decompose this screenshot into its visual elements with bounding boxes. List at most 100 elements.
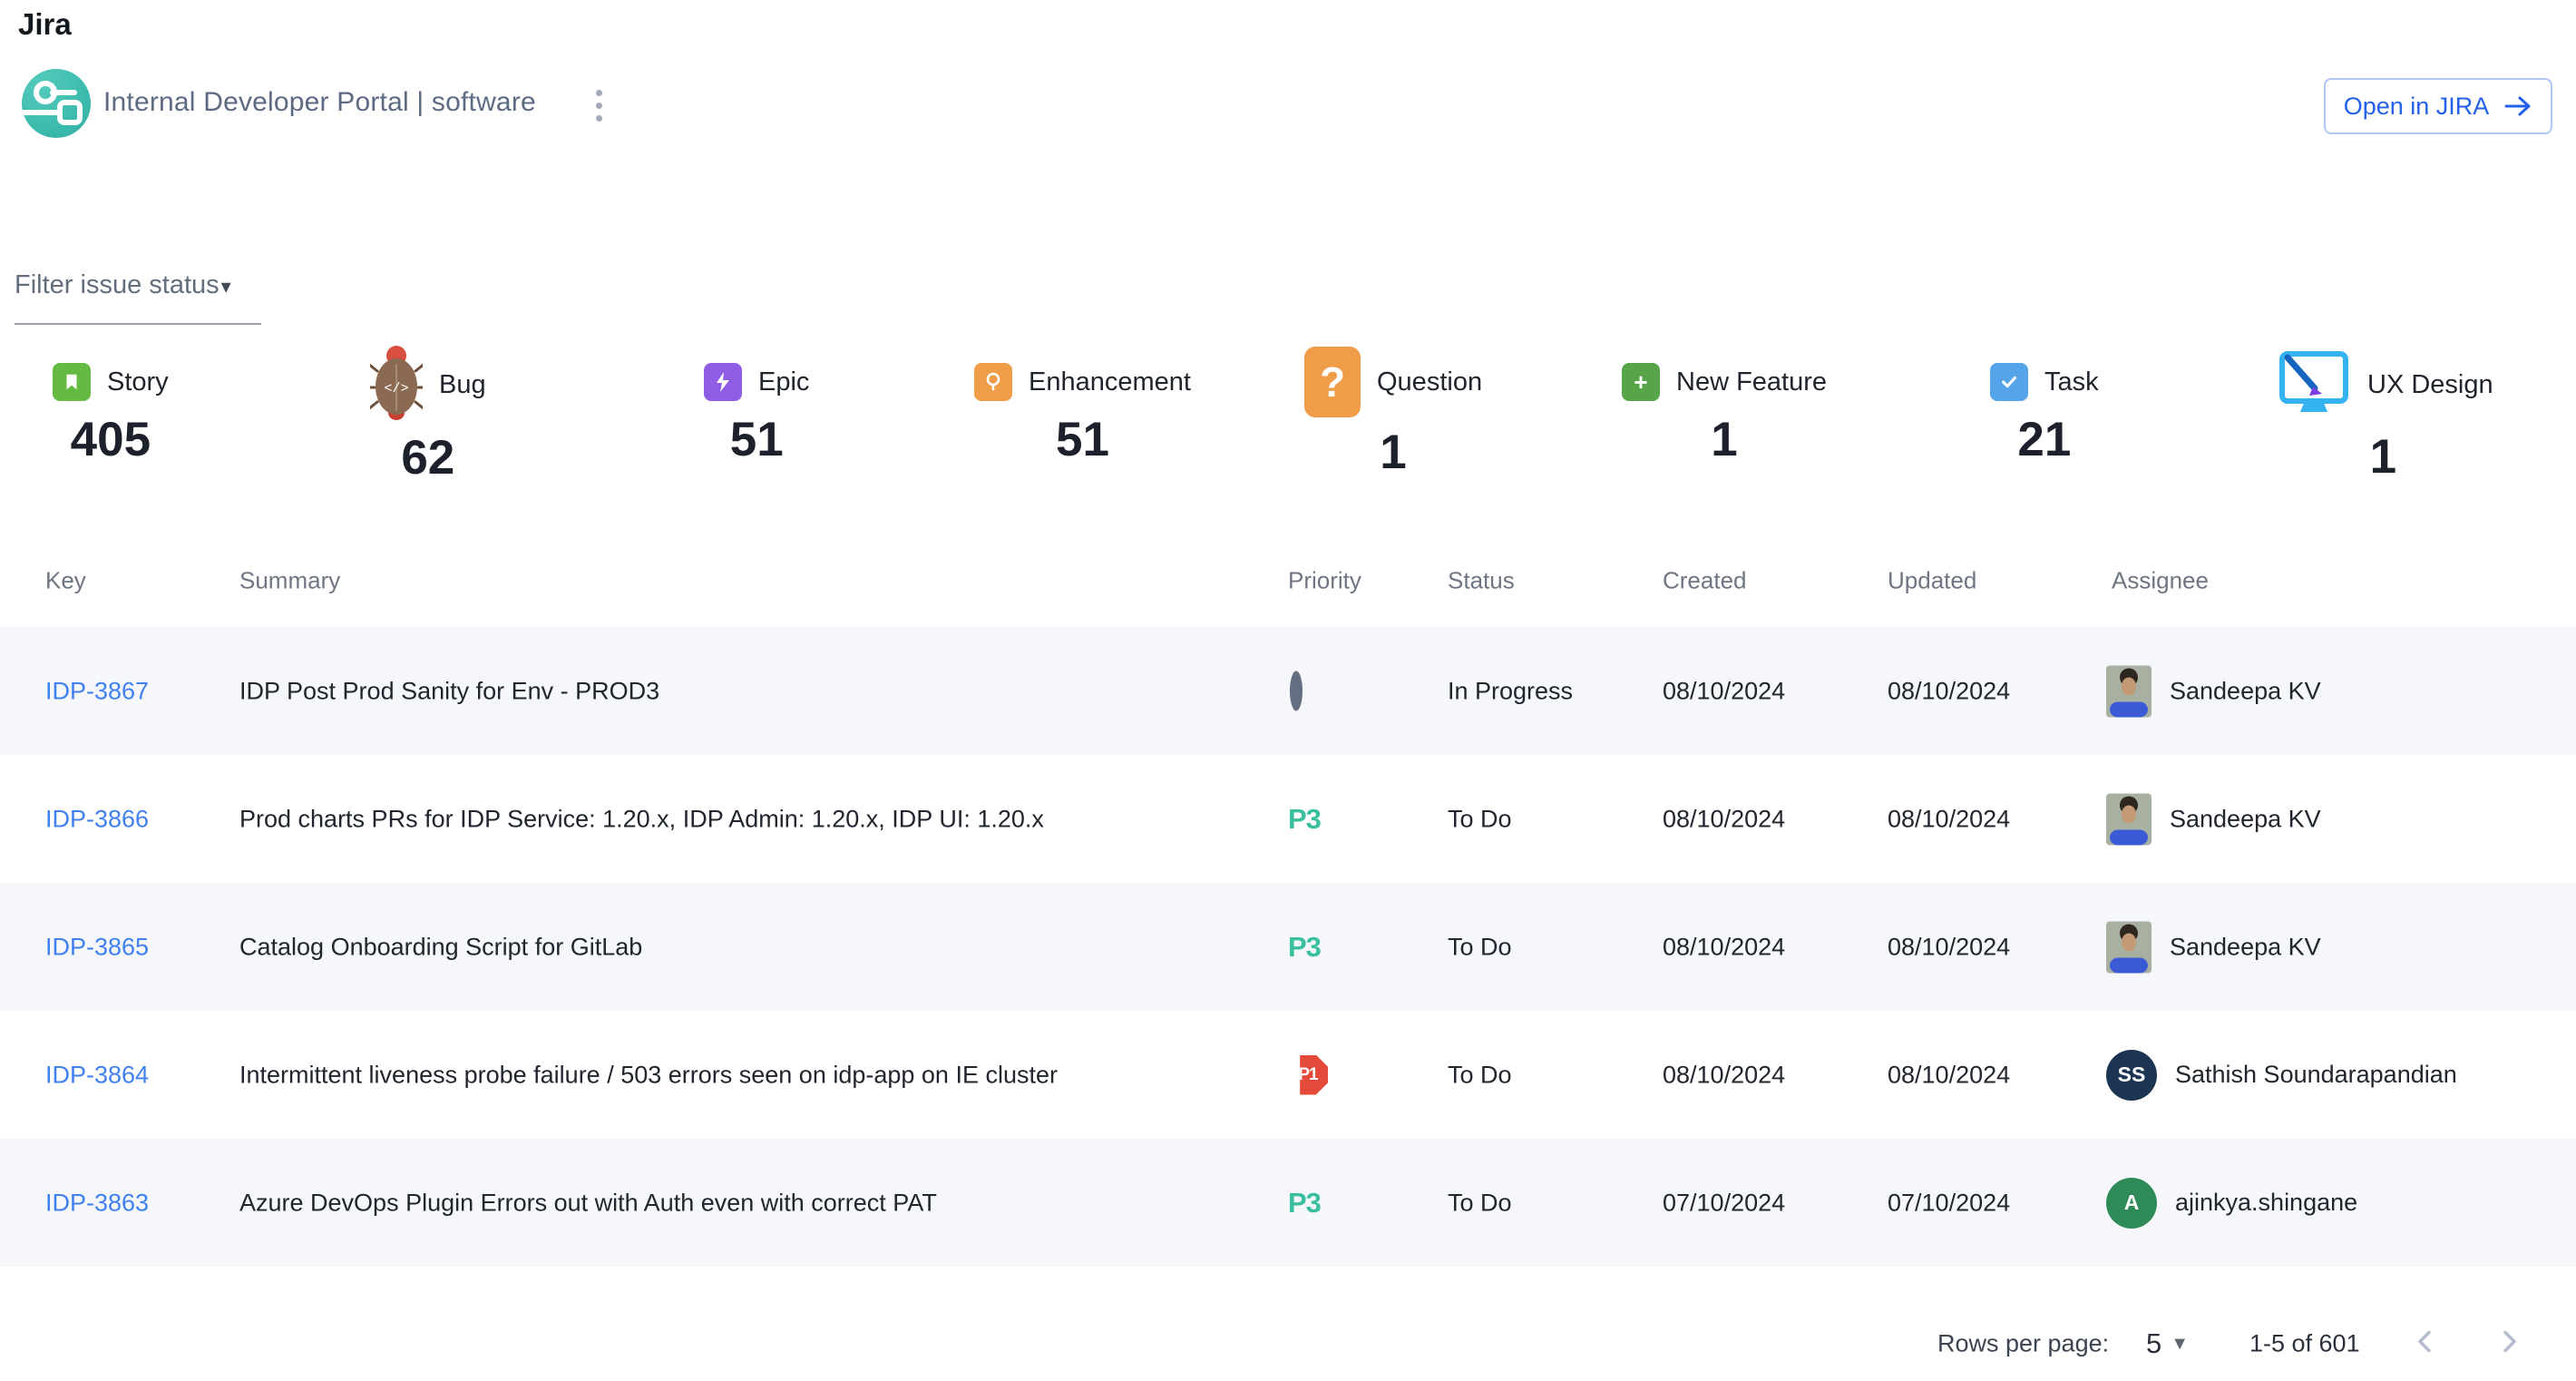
lightning-icon xyxy=(704,363,742,401)
counter-value: 1 xyxy=(2370,429,2396,485)
assignee-name: Sandeepa KV xyxy=(2170,933,2321,961)
open-in-jira-button[interactable]: Open in JIRA xyxy=(2324,78,2552,134)
avatar xyxy=(2106,665,2152,717)
counter-enhancement: Enhancement 51 xyxy=(974,363,1191,467)
monitor-paintbrush-icon xyxy=(2273,348,2351,422)
lightbulb-icon xyxy=(974,363,1012,401)
assignee-cell: A ajinkya.shingane xyxy=(2106,1178,2357,1229)
column-header-priority: Priority xyxy=(1288,567,1361,595)
filter-underline xyxy=(15,323,261,325)
assignee-cell: Sandeepa KV xyxy=(2106,793,2321,845)
counter-story: Story 405 xyxy=(53,363,169,467)
counter-label: Story xyxy=(107,367,169,397)
arrow-right-icon xyxy=(2503,94,2532,118)
issue-status: To Do xyxy=(1448,1189,1512,1217)
column-header-created: Created xyxy=(1663,567,1747,595)
counter-label: Question xyxy=(1377,367,1482,397)
chevron-right-icon[interactable] xyxy=(2493,1326,2525,1363)
counter-value: 1 xyxy=(1380,425,1406,480)
issue-summary: IDP Post Prod Sanity for Env - PROD3 xyxy=(239,677,659,705)
rows-per-page-select[interactable]: 5 ▼ xyxy=(2146,1327,2189,1360)
counter-value: 51 xyxy=(1056,412,1109,467)
priority-p1-badge: P1 xyxy=(1288,1055,1328,1095)
plus-icon: + xyxy=(1622,363,1660,401)
issue-key-link[interactable]: IDP-3864 xyxy=(45,1061,149,1089)
workflow-icon xyxy=(22,69,91,138)
checkmark-icon xyxy=(1990,363,2028,401)
issue-created: 08/10/2024 xyxy=(1663,677,1785,705)
issue-key-link[interactable]: IDP-3867 xyxy=(45,677,149,705)
caret-down-icon: ▾ xyxy=(221,275,231,298)
avatar: A xyxy=(2106,1178,2157,1229)
issue-table: IDP-3867 IDP Post Prod Sanity for Env - … xyxy=(0,627,2576,1267)
issue-updated: 07/10/2024 xyxy=(1888,1189,2010,1217)
issue-created: 08/10/2024 xyxy=(1663,805,1785,833)
kebab-menu-icon[interactable] xyxy=(588,83,610,127)
counter-epic: Epic 51 xyxy=(704,363,809,467)
entity-name: Internal Developer Portal | software xyxy=(103,87,536,118)
issue-summary: Catalog Onboarding Script for GitLab xyxy=(239,933,642,961)
pagination-bar: Rows per page: 5 ▼ 1-5 of 601 xyxy=(0,1312,2576,1376)
counter-value: 62 xyxy=(401,430,454,485)
counter-value: 21 xyxy=(2017,412,2071,467)
counter-label: Bug xyxy=(439,370,486,400)
filter-issue-status-dropdown[interactable]: Filter issue status▾ xyxy=(15,270,261,300)
assignee-name: Sathish Soundarapandian xyxy=(2175,1061,2457,1089)
avatar xyxy=(2106,793,2152,845)
rows-per-page-value: 5 xyxy=(2146,1327,2161,1360)
column-header-assignee: Assignee xyxy=(2112,567,2209,595)
pagination-range: 1-5 of 601 xyxy=(2249,1330,2360,1358)
counter-label: Task xyxy=(2044,367,2099,397)
issue-status: To Do xyxy=(1448,933,1512,961)
priority-p3-badge: P3 xyxy=(1288,1187,1321,1219)
bug-icon: </> xyxy=(370,344,423,426)
counter-bug: </> Bug 62 xyxy=(370,344,486,485)
bookmark-icon xyxy=(53,363,91,401)
issue-updated: 08/10/2024 xyxy=(1888,933,2010,961)
rows-per-page-label: Rows per page: xyxy=(1937,1330,2109,1358)
table-row: IDP-3864 Intermittent liveness probe fai… xyxy=(0,1011,2576,1139)
issue-summary: Prod charts PRs for IDP Service: 1.20.x,… xyxy=(239,805,1044,833)
table-row: IDP-3865 Catalog Onboarding Script for G… xyxy=(0,883,2576,1011)
issue-updated: 08/10/2024 xyxy=(1888,1061,2010,1089)
caret-down-icon: ▼ xyxy=(2171,1334,2189,1355)
assignee-cell: Sandeepa KV xyxy=(2106,921,2321,973)
counter-value: 1 xyxy=(1711,412,1737,467)
question-mark-icon: ? xyxy=(1304,347,1361,417)
chevron-left-icon[interactable] xyxy=(2409,1326,2442,1363)
issue-updated: 08/10/2024 xyxy=(1888,805,2010,833)
issue-created: 08/10/2024 xyxy=(1663,1061,1785,1089)
page-title: Jira xyxy=(18,7,72,42)
issue-created: 08/10/2024 xyxy=(1663,933,1785,961)
assignee-name: ajinkya.shingane xyxy=(2175,1189,2357,1217)
counter-task: Task 21 xyxy=(1990,363,2099,467)
counter-label: UX Design xyxy=(2367,370,2493,400)
issue-summary: Intermittent liveness probe failure / 50… xyxy=(239,1061,1058,1089)
svg-text:</>: </> xyxy=(384,381,408,397)
jira-plugin-page: { "header": { "title": "Jira", "entity_n… xyxy=(0,0,2576,1381)
table-header: Key Summary Priority Status Created Upda… xyxy=(0,555,2576,606)
issue-key-link[interactable]: IDP-3865 xyxy=(45,933,149,961)
issue-created: 07/10/2024 xyxy=(1663,1189,1785,1217)
avatar: SS xyxy=(2106,1050,2157,1101)
priority-p3-badge: P3 xyxy=(1288,803,1321,836)
table-row: IDP-3866 Prod charts PRs for IDP Service… xyxy=(0,755,2576,883)
assignee-name: Sandeepa KV xyxy=(2170,805,2321,833)
issue-updated: 08/10/2024 xyxy=(1888,677,2010,705)
counter-label: Epic xyxy=(758,367,809,397)
issue-status: To Do xyxy=(1448,805,1512,833)
issue-key-link[interactable]: IDP-3863 xyxy=(45,1189,149,1217)
counter-value: 51 xyxy=(730,412,784,467)
counter-label: Enhancement xyxy=(1029,367,1191,397)
assignee-cell: Sandeepa KV xyxy=(2106,665,2321,717)
issue-key-link[interactable]: IDP-3866 xyxy=(45,805,149,833)
counter-question: ? Question 1 xyxy=(1304,347,1482,480)
counter-label: New Feature xyxy=(1676,367,1827,397)
counter-new-feature: + New Feature 1 xyxy=(1622,363,1827,467)
open-in-jira-label: Open in JIRA xyxy=(2344,93,2490,121)
column-header-key: Key xyxy=(45,567,86,595)
entity-logo xyxy=(22,69,91,138)
assignee-name: Sandeepa KV xyxy=(2170,677,2321,705)
assignee-cell: SS Sathish Soundarapandian xyxy=(2106,1050,2457,1101)
table-row: IDP-3863 Azure DevOps Plugin Errors out … xyxy=(0,1139,2576,1267)
